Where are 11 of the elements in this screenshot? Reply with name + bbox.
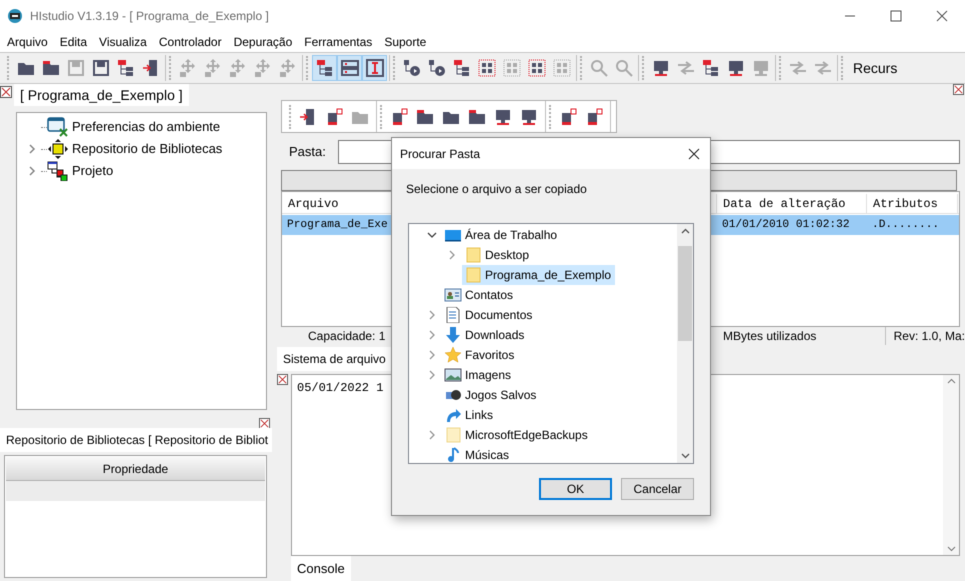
path-label: Pasta:: [289, 143, 326, 162]
window-title: HIstudio V1.3.19 - [ Programa_de_Exemplo ]: [30, 8, 269, 25]
status-text: Rev: 1.0, Ma:: [894, 328, 965, 345]
table-cell-text: .D........: [872, 218, 940, 233]
dialog-title: Procurar Pasta: [400, 146, 480, 162]
dialog-prompt: Selecione o arquivo a ser copiado: [406, 181, 588, 198]
status-text: MBytes utilizados: [723, 328, 816, 345]
table-cell-text: 01/01/2010 01:02:32: [722, 218, 850, 233]
status-text: Capacidade: 1: [308, 328, 386, 345]
console-line: 05/01/2022 1: [297, 380, 384, 397]
table-cell-text: Programa_de_Exe: [287, 218, 388, 233]
